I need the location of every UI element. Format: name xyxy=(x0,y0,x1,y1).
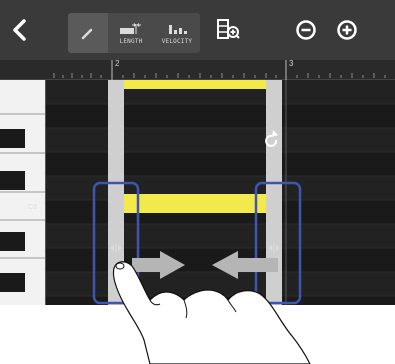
hand-gesture-illustration xyxy=(112,261,311,364)
